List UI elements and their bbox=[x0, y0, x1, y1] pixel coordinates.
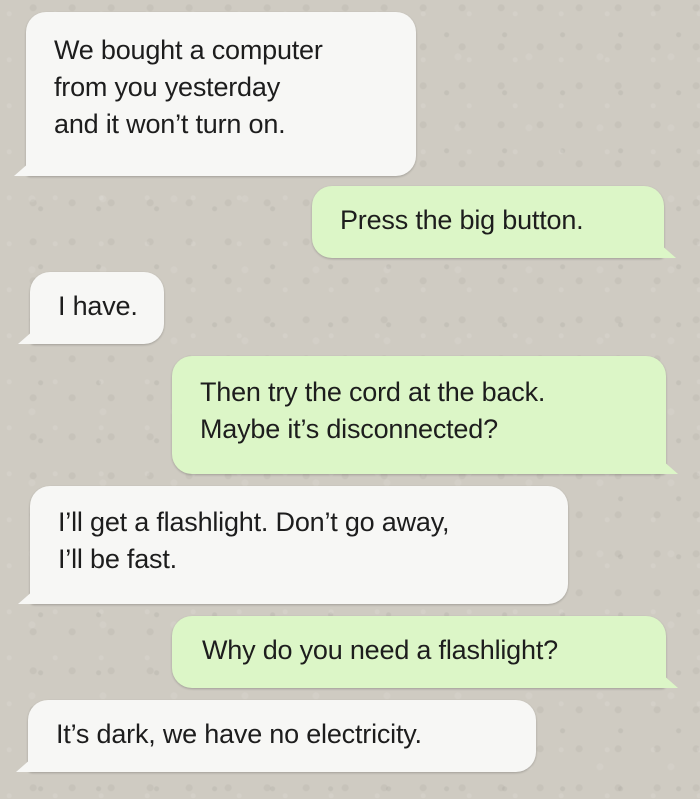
outgoing-message-bubble[interactable]: Press the big button. bbox=[312, 186, 676, 258]
outgoing-message-bubble[interactable]: Why do you need a flashlight? bbox=[172, 616, 678, 688]
incoming-message-bubble[interactable]: We bought a computer from you yesterday … bbox=[14, 12, 416, 176]
incoming-message-bubble[interactable]: I’ll get a flashlight. Don’t go away, I’… bbox=[18, 486, 568, 604]
outgoing-message-bubble[interactable]: Then try the cord at the back. Maybe it’… bbox=[172, 356, 678, 474]
incoming-message-bubble[interactable]: I have. bbox=[18, 272, 164, 344]
incoming-message-bubble[interactable]: It’s dark, we have no electricity. bbox=[16, 700, 536, 772]
chat-thread: We bought a computer from you yesterday … bbox=[0, 0, 700, 799]
